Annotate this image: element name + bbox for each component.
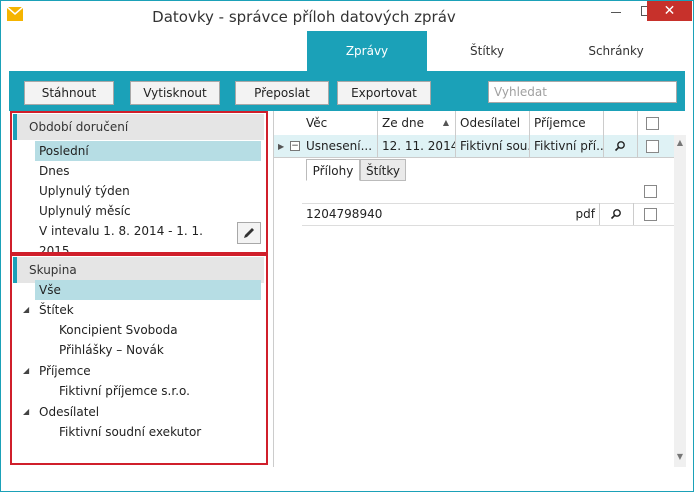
column-header-blank [604, 111, 638, 135]
magnifier-icon [610, 209, 621, 220]
tab-attachments[interactable]: Přílohy [306, 159, 360, 181]
group-highlight [10, 254, 268, 465]
cell-sender: Fiktivní sou... [456, 135, 530, 157]
column-header-vec[interactable]: Věc [302, 111, 378, 135]
vertical-scrollbar[interactable]: ▲ ▼ [674, 135, 686, 467]
minimize-button[interactable] [601, 1, 631, 23]
export-button[interactable]: Exportovat [337, 81, 431, 105]
sort-ascending-icon: ▲ [442, 118, 449, 127]
download-button[interactable]: Stáhnout [24, 81, 114, 105]
period-highlight [10, 111, 268, 254]
attachment-header-row [302, 181, 686, 204]
attachment-checkbox[interactable] [644, 208, 657, 221]
content-area: Období doručení Poslední Dnes Uplynulý t… [9, 111, 686, 467]
table-row[interactable]: ▶ − Usnesení... 12. 11. 2014 Fiktivní so… [274, 135, 686, 158]
cell-recipient: Fiktivní pří... [530, 135, 604, 157]
title-bar: Datovky - správce příloh datových zpráv … [1, 1, 693, 31]
tab-zpravy[interactable]: Zprávy [307, 31, 427, 71]
tab-stitky[interactable]: Štítky [427, 31, 547, 71]
close-button[interactable]: ✕ [647, 1, 692, 21]
forward-button[interactable]: Přeposlat [235, 81, 329, 105]
detail-tabs: Přílohy Štítky [302, 157, 686, 182]
collapse-row-icon[interactable]: − [290, 141, 300, 151]
cell-vec: Usnesení... [302, 135, 378, 157]
message-grid: Věc Ze dne ▲ Odesílatel Příjemce ▶ − Usn… [273, 111, 686, 467]
magnifier-icon [614, 141, 625, 152]
app-window: Datovky - správce příloh datových zpráv … [0, 0, 694, 492]
attachment-row[interactable]: 1204798940 pdf [302, 203, 686, 226]
tab-schranky[interactable]: Schránky [547, 31, 685, 71]
column-header-sender[interactable]: Odesílatel [456, 111, 530, 135]
attachment-name: 1204798940 [306, 207, 383, 221]
toolbar: Stáhnout Vytisknout Přeposlat Exportovat [9, 71, 685, 111]
attachment-select-all-checkbox[interactable] [644, 185, 657, 198]
search-input[interactable] [488, 81, 677, 103]
grid-header: Věc Ze dne ▲ Odesílatel Příjemce [274, 111, 686, 136]
column-header-date-label: Ze dne [382, 116, 425, 130]
select-all-checkbox[interactable] [646, 117, 659, 130]
column-header-recipient[interactable]: Příjemce [530, 111, 604, 135]
window-title: Datovky - správce příloh datových zpráv [152, 8, 456, 26]
row-checkbox[interactable] [646, 140, 659, 153]
row-pointer-icon: ▶ [278, 142, 285, 151]
cell-date: 12. 11. 2014 [378, 135, 456, 157]
print-button[interactable]: Vytisknout [130, 81, 220, 105]
cell-search[interactable] [604, 135, 638, 157]
scroll-up-icon[interactable]: ▲ [676, 139, 684, 147]
attachment-search[interactable] [600, 203, 634, 225]
column-header-date[interactable]: Ze dne ▲ [378, 111, 456, 135]
attachment-type: pdf [572, 203, 600, 225]
scroll-down-icon[interactable]: ▼ [676, 453, 684, 461]
tab-labels[interactable]: Štítky [360, 159, 406, 181]
main-tabs: Zprávy Štítky Schránky [9, 31, 685, 71]
